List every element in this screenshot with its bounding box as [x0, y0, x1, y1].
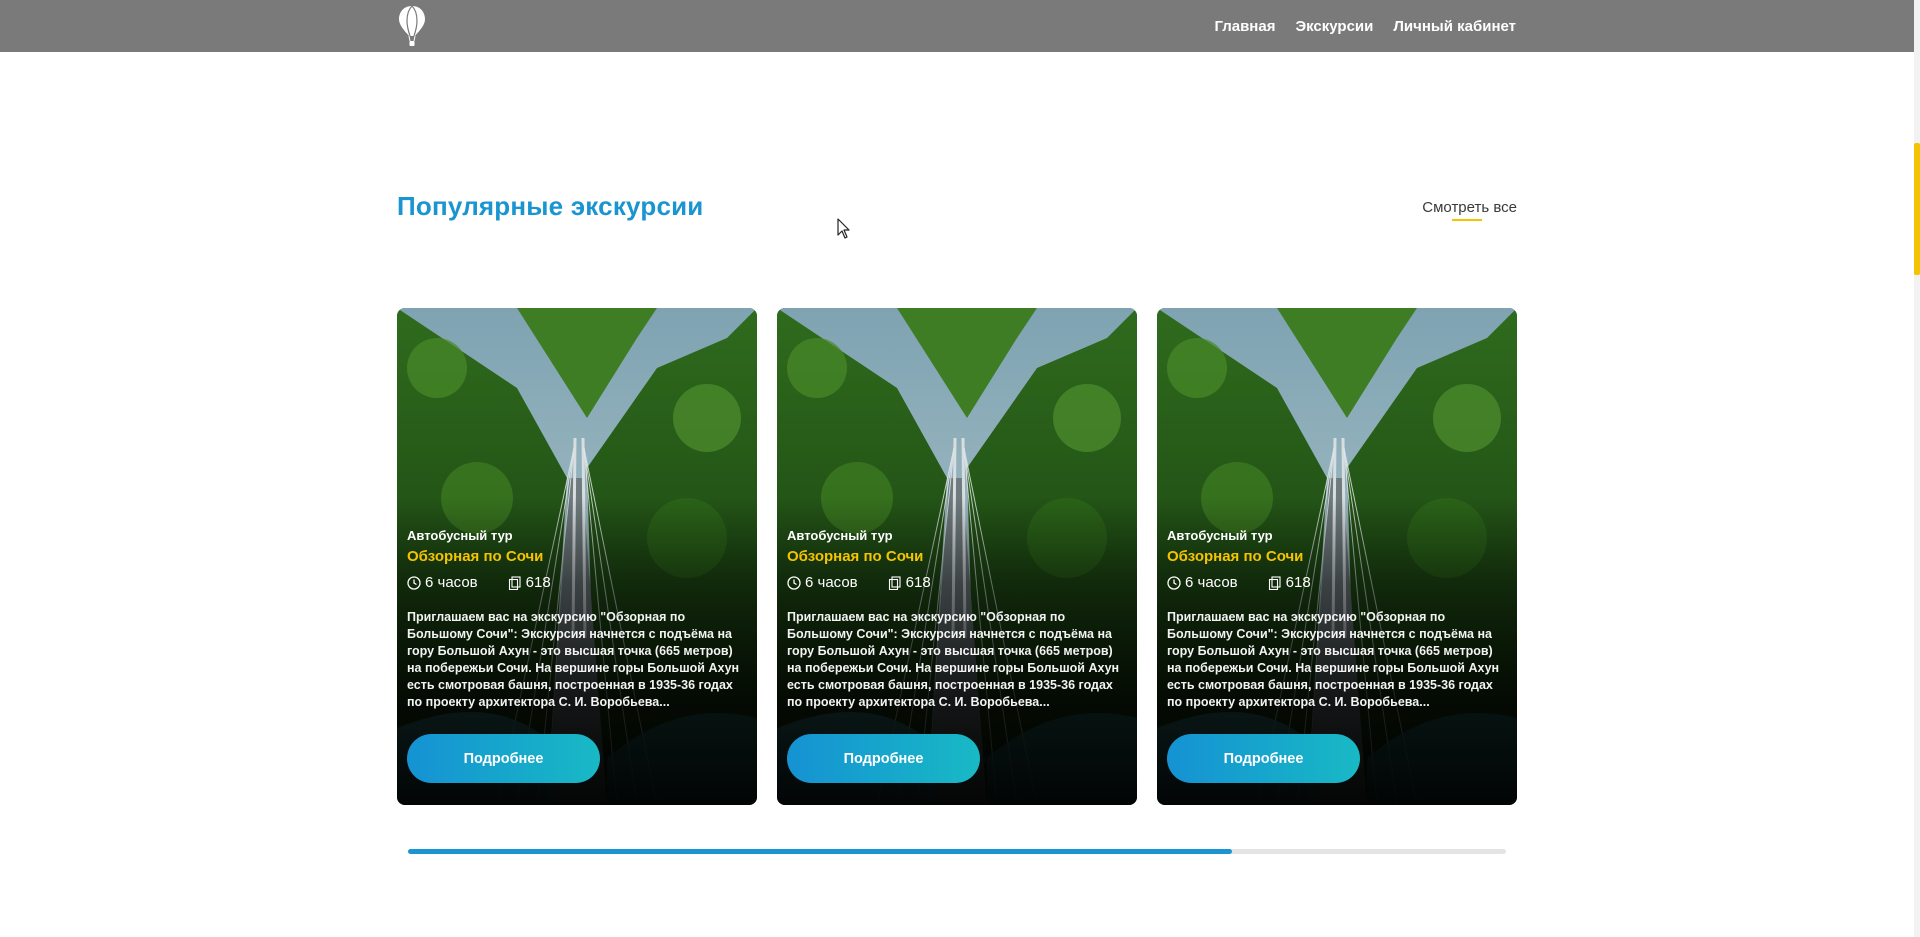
duration-value: 6 часов [425, 574, 478, 591]
excursion-card[interactable]: Автобусный тур Обзорная по Сочи 6 часов … [397, 308, 757, 805]
count-meta: 618 [508, 574, 551, 591]
duration-value: 6 часов [1185, 574, 1238, 591]
copies-icon [508, 575, 521, 590]
tour-meta: 6 часов 618 [787, 574, 1127, 591]
count-meta: 618 [888, 574, 931, 591]
count-value: 618 [905, 574, 931, 591]
tour-description: Приглашаем вас на экскурсию "Обзорная по… [1167, 610, 1500, 709]
carousel-progress[interactable] [408, 849, 1506, 854]
tour-type: Автобусный тур [787, 528, 893, 543]
tour-meta: 6 часов 618 [1167, 574, 1507, 591]
excursion-cards: Автобусный тур Обзорная по Сочи 6 часов … [397, 308, 1517, 805]
see-all-underline [1452, 219, 1482, 221]
page-scrollbar[interactable] [1914, 0, 1920, 937]
duration-meta: 6 часов [787, 574, 858, 591]
card-content: Автобусный тур Обзорная по Сочи 6 часов … [407, 528, 747, 711]
copies-icon [888, 575, 901, 590]
nav-link-account[interactable]: Личный кабинет [1393, 18, 1516, 35]
tour-meta: 6 часов 618 [407, 574, 747, 591]
tour-description: Приглашаем вас на экскурсию "Обзорная по… [787, 610, 1120, 709]
tour-type: Автобусный тур [1167, 528, 1273, 543]
tour-title[interactable]: Обзорная по Сочи [407, 548, 747, 565]
clock-icon [787, 575, 801, 590]
tour-title[interactable]: Обзорная по Сочи [787, 548, 1127, 565]
copies-icon [1268, 575, 1281, 590]
scrollbar-thumb[interactable] [1914, 143, 1920, 275]
details-button[interactable]: Подробнее [787, 734, 980, 783]
clock-icon [407, 575, 421, 590]
nav-link-home[interactable]: Главная [1214, 18, 1275, 35]
count-value: 618 [1285, 574, 1311, 591]
details-button[interactable]: Подробнее [1167, 734, 1360, 783]
excursion-card[interactable]: Автобусный тур Обзорная по Сочи 6 часов … [1157, 308, 1517, 805]
excursion-card[interactable]: Автобусный тур Обзорная по Сочи 6 часов … [777, 308, 1137, 805]
count-value: 618 [525, 574, 551, 591]
hot-air-balloon-logo[interactable] [396, 4, 428, 48]
carousel-progress-fill [408, 849, 1232, 854]
mouse-cursor-icon [837, 218, 850, 239]
see-all-link[interactable]: Смотреть все [1422, 199, 1517, 216]
clock-icon [1167, 575, 1181, 590]
card-content: Автобусный тур Обзорная по Сочи 6 часов … [787, 528, 1127, 711]
duration-meta: 6 часов [407, 574, 478, 591]
duration-meta: 6 часов [1167, 574, 1238, 591]
section-title: Популярные экскурсии [397, 191, 704, 221]
duration-value: 6 часов [805, 574, 858, 591]
main-nav: Главная Экскурсии Личный кабинет [1214, 0, 1516, 52]
details-button[interactable]: Подробнее [407, 734, 600, 783]
top-navbar: Главная Экскурсии Личный кабинет [0, 0, 1915, 52]
card-content: Автобусный тур Обзорная по Сочи 6 часов … [1167, 528, 1507, 711]
nav-link-excursions[interactable]: Экскурсии [1295, 18, 1373, 35]
tour-type: Автобусный тур [407, 528, 513, 543]
tour-description: Приглашаем вас на экскурсию "Обзорная по… [407, 610, 740, 709]
count-meta: 618 [1268, 574, 1311, 591]
tour-title[interactable]: Обзорная по Сочи [1167, 548, 1507, 565]
